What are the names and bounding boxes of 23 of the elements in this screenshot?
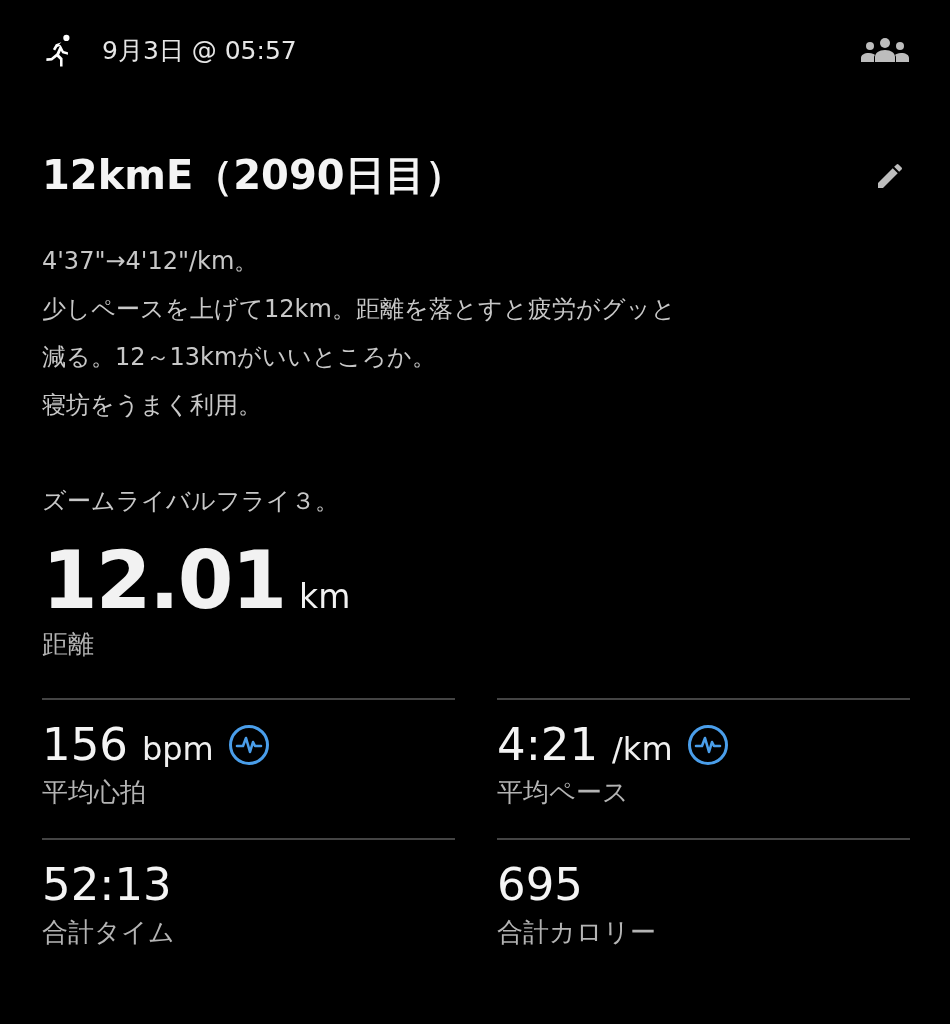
note-text: 減る。12～13kmがいいところか。: [42, 342, 438, 373]
heartbeat-icon[interactable]: [686, 723, 729, 766]
distance-label: 距離: [42, 628, 95, 661]
distance-value: 12.01: [42, 535, 286, 627]
note-text: 4'37"→4'12"/km。: [42, 246, 260, 277]
note-text: 少しペースを上げて12km。距離を落とすと疲労がグッと: [42, 294, 677, 325]
stat-label: 平均心拍: [42, 776, 147, 809]
stat-unit: bpm: [141, 730, 214, 768]
note-text: ズームライバルフライ３。: [42, 486, 340, 517]
stat-value: 695: [497, 858, 583, 911]
activity-datetime: 9月3日 @ 05:57: [102, 34, 297, 67]
group-icon[interactable]: [861, 38, 909, 62]
stat-label: 合計カロリー: [497, 916, 657, 949]
stat-label: 合計タイム: [42, 916, 176, 949]
stat-label: 平均ペース: [497, 776, 630, 809]
stat-value: 156: [42, 718, 128, 771]
stat-unit: /km: [612, 730, 673, 768]
distance-unit: km: [299, 577, 351, 616]
activity-title: 12kmE（2090日目）: [42, 151, 465, 200]
note-text: 寝坊をうまく利用。: [42, 390, 263, 421]
stat-value: 52:13: [42, 858, 172, 911]
heartbeat-icon[interactable]: [227, 723, 270, 766]
stat-value: 4:21: [497, 718, 599, 771]
